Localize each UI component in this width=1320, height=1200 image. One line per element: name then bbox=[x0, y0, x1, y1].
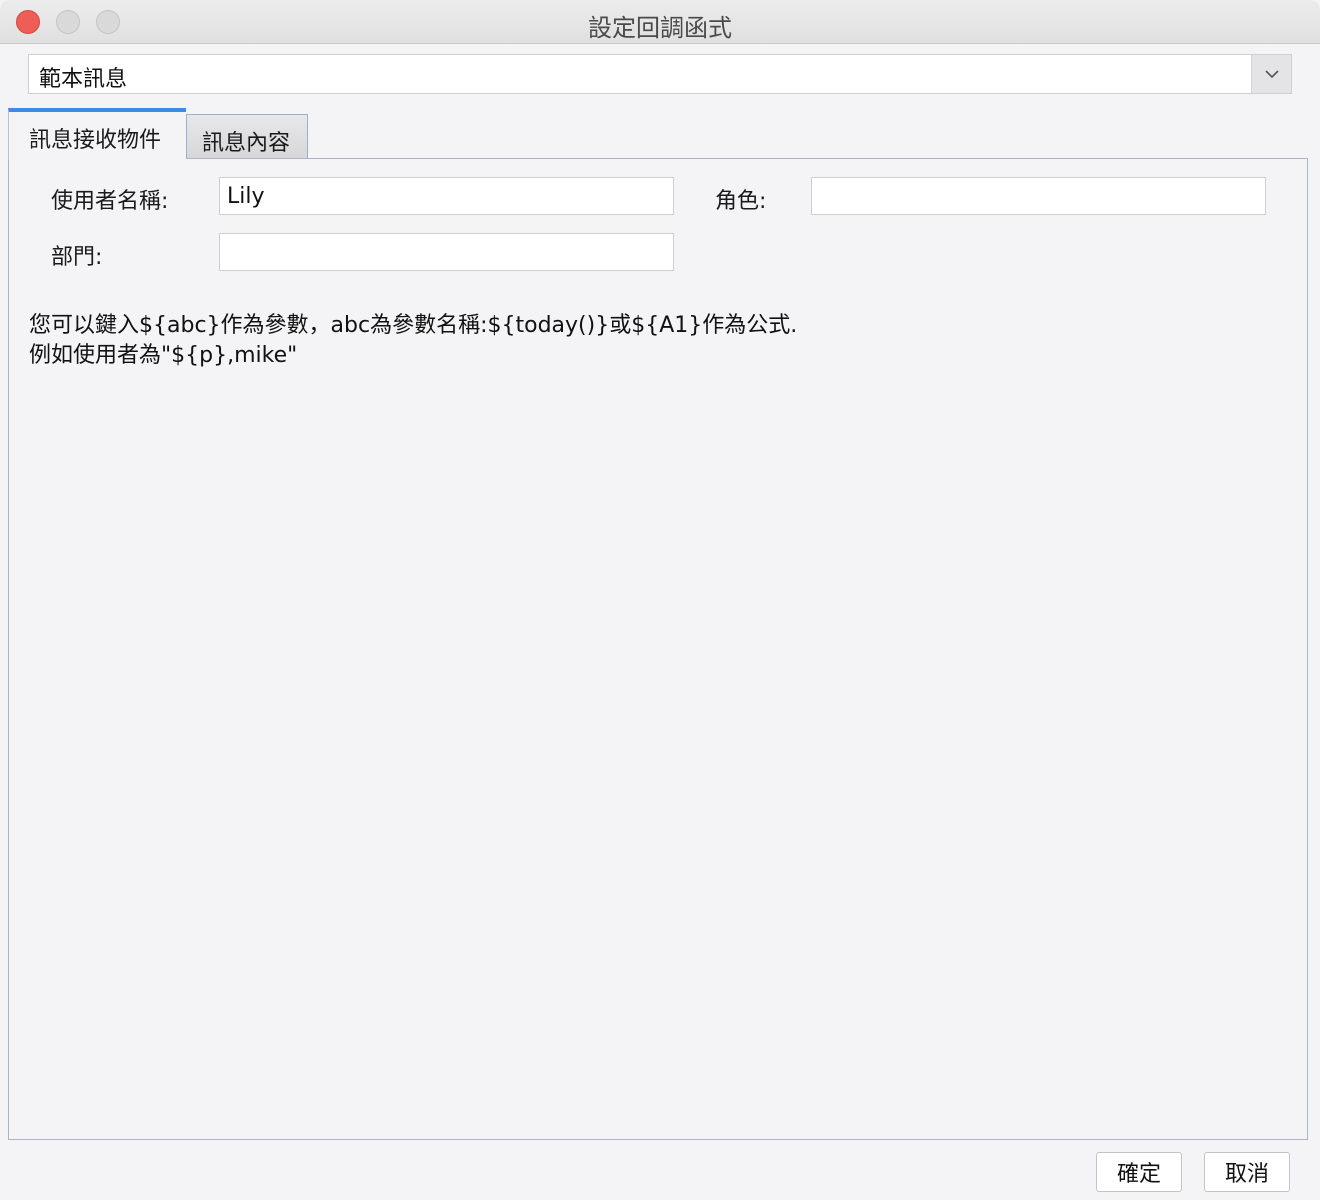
template-select-arrow[interactable] bbox=[1251, 55, 1291, 93]
role-input[interactable] bbox=[811, 177, 1266, 215]
role-label: 角色: bbox=[715, 189, 767, 214]
department-input[interactable] bbox=[219, 233, 674, 271]
title-bar[interactable]: 設定回調函式 bbox=[0, 0, 1320, 44]
ok-button[interactable]: 確定 bbox=[1096, 1152, 1182, 1192]
recipients-panel: 使用者名稱: 角色: 部門: 您可以鍵入${abc}作為參數，abc為參數名稱:… bbox=[8, 158, 1308, 1140]
tab-recipients-label: 訊息接收物件 bbox=[29, 128, 162, 153]
template-select-value: 範本訊息 bbox=[39, 67, 128, 92]
username-input[interactable] bbox=[219, 177, 674, 215]
username-label: 使用者名稱: bbox=[51, 189, 169, 214]
window-title: 設定回調函式 bbox=[588, 14, 732, 42]
department-label: 部門: bbox=[51, 245, 103, 270]
hint-line-1: 您可以鍵入${abc}作為參數，abc為參數名稱:${today()}或${A1… bbox=[29, 313, 798, 338]
chevron-down-icon bbox=[1264, 70, 1279, 79]
tab-recipients[interactable]: 訊息接收物件 bbox=[8, 108, 186, 160]
dialog-window: 設定回調函式 範本訊息 訊息接收物件 訊息內容 使用者名稱: 角色: 部門: 您… bbox=[0, 0, 1320, 1200]
tab-message-content[interactable]: 訊息內容 bbox=[186, 114, 308, 158]
template-select[interactable]: 範本訊息 bbox=[28, 54, 1292, 94]
tab-message-content-label: 訊息內容 bbox=[202, 131, 291, 156]
cancel-button[interactable]: 取消 bbox=[1204, 1152, 1290, 1192]
hint-line-2: 例如使用者為"${p},mike" bbox=[29, 343, 298, 368]
